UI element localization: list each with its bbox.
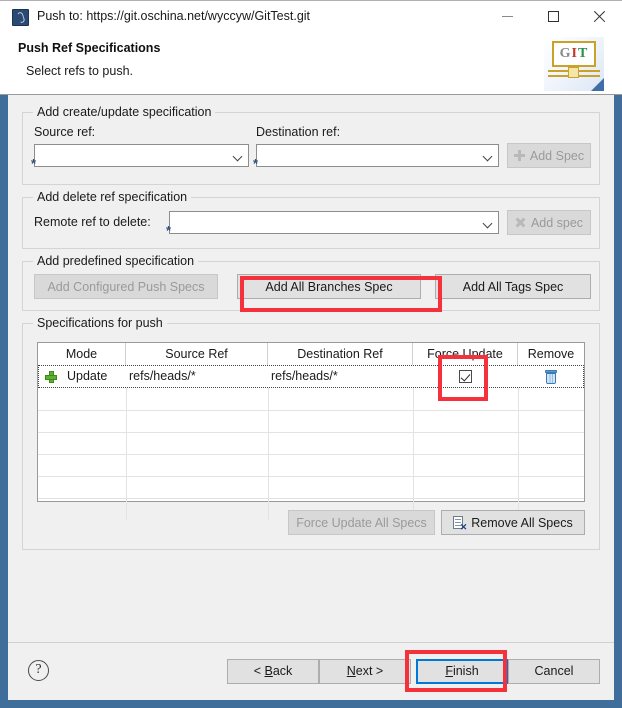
dialog-window: Push to: https://git.oschina.net/wyccyw/… — [0, 0, 622, 708]
force-update-all-specs-label: Force Update All Specs — [296, 515, 427, 530]
chevron-down-icon — [484, 220, 491, 227]
remove-all-specs-button[interactable]: ✕ Remove All Specs — [441, 510, 585, 535]
table-row[interactable] — [38, 410, 584, 433]
add-all-tags-spec-label: Add All Tags Spec — [462, 279, 564, 294]
git-logo-icon: GIT — [544, 37, 604, 91]
specs-table-header: Mode Source Ref Destination Ref Force Up… — [38, 343, 584, 366]
add-all-tags-spec-button[interactable]: Add All Tags Spec — [435, 274, 591, 299]
document-remove-icon: ✕ — [453, 515, 467, 531]
remote-ref-to-delete-combo[interactable] — [169, 211, 499, 234]
x-icon — [515, 217, 526, 228]
column-header-destination-ref[interactable]: Destination Ref — [268, 343, 413, 365]
remote-ref-required-marker: * — [166, 223, 172, 238]
force-update-all-specs-button[interactable]: Force Update All Specs — [288, 510, 435, 535]
maximize-button[interactable] — [530, 1, 576, 31]
dialog-body: Add create/update specification Source r… — [8, 95, 614, 642]
column-header-force-update[interactable]: Force Update — [413, 343, 518, 365]
column-header-remove[interactable]: Remove — [518, 343, 584, 365]
window-title: Push to: https://git.oschina.net/wyccyw/… — [37, 9, 311, 23]
destination-ref-label: Destination ref: — [256, 125, 341, 139]
chevron-down-icon — [234, 153, 241, 160]
push-git-icon — [12, 9, 29, 26]
page-subtitle: Select refs to push. — [26, 64, 134, 78]
remote-ref-to-delete-label: Remote ref to delete: — [34, 215, 151, 229]
next-button[interactable]: Next > — [319, 659, 411, 684]
cell-destination-ref: refs/heads/* — [271, 369, 338, 383]
cancel-button[interactable]: Cancel — [508, 659, 600, 684]
add-spec-button-label: Add Spec — [529, 148, 585, 163]
source-ref-required-marker: * — [31, 156, 37, 171]
next-button-suffix: ext > — [355, 664, 384, 678]
add-all-branches-spec-label: Add All Branches Spec — [265, 279, 393, 294]
back-button-suffix: ack — [272, 664, 293, 678]
specs-group: Specifications for push Mode Source Ref … — [22, 316, 600, 550]
back-button[interactable]: < Back — [227, 659, 319, 684]
trash-icon[interactable] — [545, 370, 557, 384]
column-header-mode[interactable]: Mode — [38, 343, 126, 365]
git-logo-knob — [568, 67, 579, 78]
minimize-button[interactable] — [484, 1, 530, 31]
create-update-group-title: Add create/update specification — [33, 105, 216, 119]
remove-all-specs-label: Remove All Specs — [471, 515, 573, 530]
green-plus-icon — [45, 371, 57, 383]
cell-source-ref: refs/heads/* — [129, 369, 196, 383]
dialog-header: Push Ref Specifications Select refs to p… — [0, 33, 622, 95]
back-button-prefix: < — [253, 664, 265, 678]
git-logo-g: G — [559, 46, 572, 61]
add-delete-spec-button-label: Add spec — [530, 215, 584, 230]
add-delete-spec-button[interactable]: Add spec — [507, 210, 591, 235]
add-spec-button[interactable]: Add Spec — [507, 143, 591, 168]
table-row[interactable] — [38, 432, 584, 455]
force-update-checkbox[interactable] — [459, 370, 472, 383]
git-logo-box: GIT — [552, 41, 596, 67]
help-icon[interactable]: ? — [28, 660, 49, 681]
destination-ref-combo[interactable] — [256, 144, 499, 167]
destination-ref-required-marker: * — [253, 156, 259, 171]
add-configured-push-specs-label: Add Configured Push Specs — [47, 279, 205, 294]
table-row[interactable] — [38, 476, 584, 499]
finish-button-suffix: inish — [452, 664, 479, 678]
git-logo-t: T — [578, 46, 589, 61]
finish-button-mnemonic: F — [445, 664, 453, 678]
plus-icon — [513, 150, 525, 161]
specs-table[interactable]: Mode Source Ref Destination Ref Force Up… — [37, 342, 585, 520]
git-logo-corner-triangle — [591, 78, 604, 91]
table-row[interactable] — [38, 388, 584, 411]
page-title: Push Ref Specifications — [18, 41, 161, 55]
source-ref-combo[interactable] — [34, 144, 249, 167]
table-row[interactable]: Update refs/heads/* refs/heads/* — [38, 365, 584, 388]
cell-mode: Update — [67, 369, 108, 383]
close-icon[interactable] — [576, 1, 622, 31]
chevron-down-icon — [484, 153, 491, 160]
title-bar: Push to: https://git.oschina.net/wyccyw/… — [0, 0, 622, 33]
predefined-group-title: Add predefined specification — [33, 254, 199, 268]
delete-ref-group: Add delete ref specification Remote ref … — [22, 190, 600, 249]
dialog-footer: ? < Back Next > Finish Cancel — [8, 642, 614, 700]
table-row[interactable] — [38, 454, 584, 477]
add-all-branches-spec-button[interactable]: Add All Branches Spec — [237, 274, 421, 299]
specs-group-title: Specifications for push — [33, 316, 167, 330]
delete-ref-group-title: Add delete ref specification — [33, 190, 192, 204]
source-ref-label: Source ref: — [34, 125, 96, 139]
column-header-source-ref[interactable]: Source Ref — [126, 343, 268, 365]
predefined-group: Add predefined specification Add Configu… — [22, 254, 600, 311]
add-configured-push-specs-button[interactable]: Add Configured Push Specs — [34, 274, 218, 299]
create-update-group: Add create/update specification Source r… — [22, 105, 600, 185]
next-button-mnemonic: N — [346, 664, 356, 678]
finish-button[interactable]: Finish — [416, 659, 508, 684]
back-button-mnemonic: B — [264, 664, 273, 678]
